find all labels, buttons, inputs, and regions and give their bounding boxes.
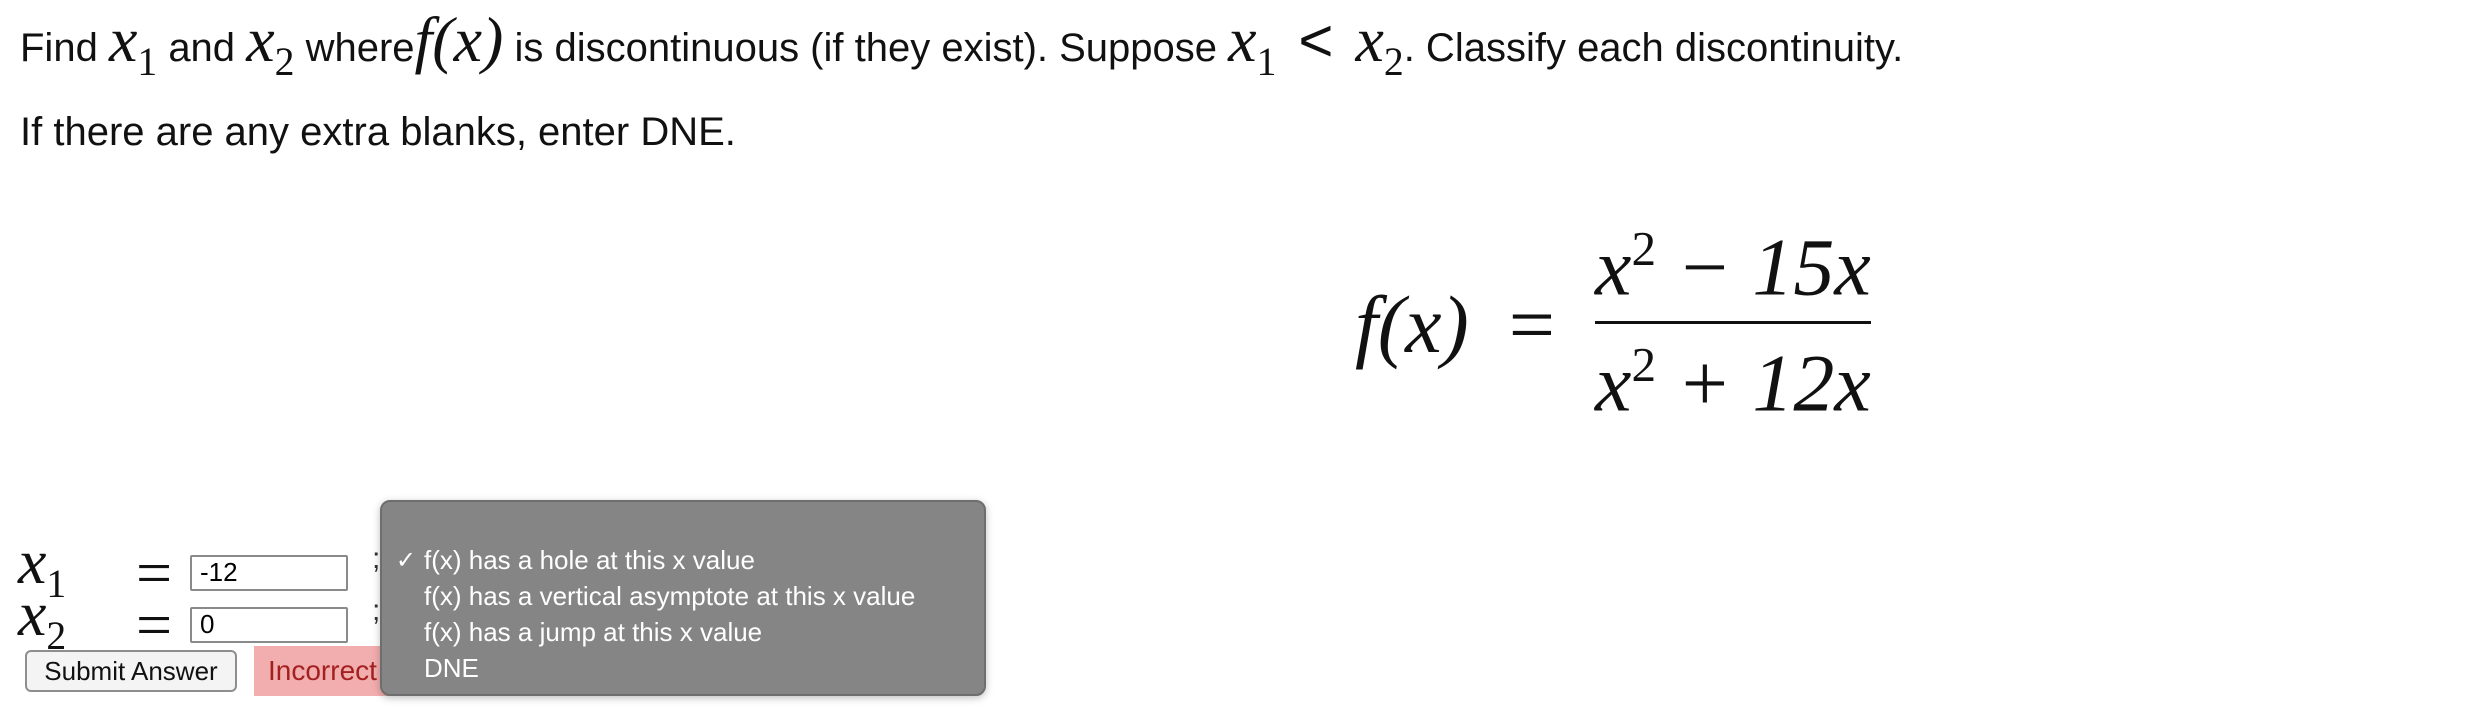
dropdown-option-dne[interactable]: DNE	[382, 650, 984, 686]
prompt-x1: x1	[108, 4, 158, 84]
prompt-suppose-x2: x2	[1355, 4, 1404, 84]
formula-numerator: x2 − 15x	[1595, 221, 1871, 313]
question-prompt: Find x1 and x2 wheref(x) is discontinuou…	[20, 8, 1904, 90]
prompt-x2: x2	[246, 4, 295, 84]
dropdown-option-label: f(x) has a vertical asymptote at this x …	[424, 580, 916, 611]
prompt-where: where	[305, 26, 415, 70]
x2-answer-input[interactable]	[190, 606, 348, 643]
prompt-discontinuous: is discontinuous (if they exist). Suppos…	[514, 26, 1218, 70]
classification-dropdown-menu[interactable]: ✓ f(x) has a hole at this x value f(x) h…	[380, 500, 986, 696]
formula-fraction: x2 − 15x x2 + 12x	[1595, 221, 1871, 429]
checkmark-icon: ✓	[395, 546, 416, 574]
blank-instruction: If there are any extra blanks, enter DNE…	[20, 110, 736, 154]
dropdown-option-label: DNE	[424, 652, 479, 683]
dropdown-option-label: f(x) has a hole at this x value	[424, 544, 755, 575]
prompt-function: f(x)	[414, 4, 504, 75]
formula-lhs: f(x)	[1355, 279, 1469, 371]
dropdown-option-vertical-asymptote[interactable]: f(x) has a vertical asymptote at this x …	[382, 578, 984, 614]
formula-denominator: x2 + 12x	[1595, 336, 1871, 429]
submit-answer-button[interactable]: Submit Answer	[25, 650, 237, 692]
fraction-bar	[1595, 320, 1871, 324]
answer-x2-equals: =	[135, 588, 173, 660]
prompt-and: and	[168, 26, 236, 70]
dropdown-option-hole[interactable]: ✓ f(x) has a hole at this x value	[382, 542, 984, 578]
prompt-suppose-x1: x1	[1228, 4, 1277, 84]
dropdown-option-label: f(x) has a jump at this x value	[424, 616, 763, 647]
formula-equals: =	[1508, 279, 1556, 371]
prompt-find: Find	[20, 26, 98, 70]
prompt-less-than: <	[1298, 7, 1334, 74]
function-formula: f(x) = x2 − 15x x2 + 12x	[1355, 221, 1871, 429]
prompt-classify: . Classify each discontinuity.	[1403, 26, 1904, 70]
dropdown-option-jump[interactable]: f(x) has a jump at this x value	[382, 614, 984, 650]
